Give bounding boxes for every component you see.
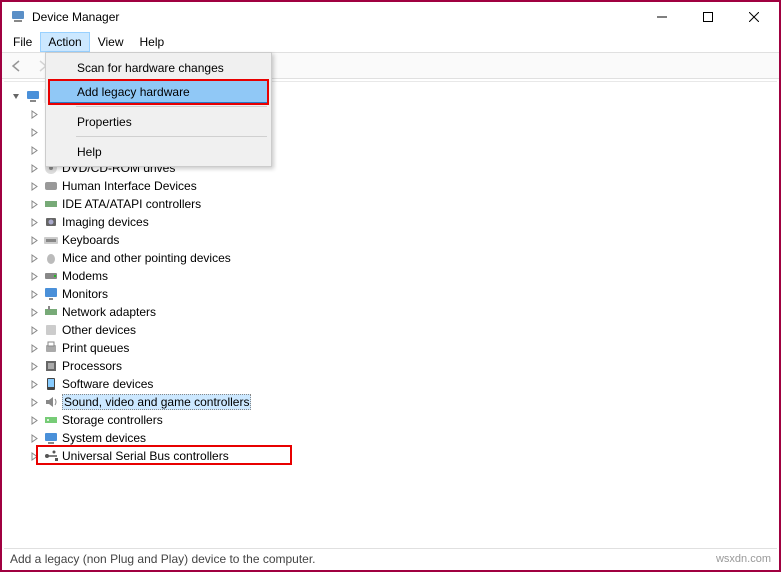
chevron-right-icon[interactable] [29, 127, 40, 138]
tree-category-modems[interactable]: Modems [4, 267, 777, 285]
chevron-right-icon[interactable] [29, 433, 40, 444]
chevron-down-icon[interactable] [11, 91, 22, 102]
tree-category-monitors[interactable]: Monitors [4, 285, 777, 303]
keyboards-icon [43, 232, 59, 248]
tree-category-label: Modems [62, 269, 108, 283]
tree-category-label: IDE ATA/ATAPI controllers [62, 197, 201, 211]
menu-action[interactable]: Action [40, 32, 89, 52]
window-title: Device Manager [32, 10, 639, 24]
tree-category-mice-and-other-pointing-devices[interactable]: Mice and other pointing devices [4, 249, 777, 267]
ide-ata-atapi-controllers-icon [43, 196, 59, 212]
network-adapters-icon [43, 304, 59, 320]
computer-icon [25, 88, 41, 104]
chevron-right-icon[interactable] [29, 451, 40, 462]
tree-category-label: Keyboards [62, 233, 119, 247]
tree-category-processors[interactable]: Processors [4, 357, 777, 375]
chevron-right-icon[interactable] [29, 325, 40, 336]
watermark-text: wsxdn.com [716, 553, 771, 565]
software-devices-icon [43, 376, 59, 392]
tree-category-network-adapters[interactable]: Network adapters [4, 303, 777, 321]
tree-category-label: Monitors [62, 287, 108, 301]
human-interface-devices-icon [43, 178, 59, 194]
menu-item-add-legacy-hardware[interactable]: Add legacy hardware [49, 80, 268, 103]
chevron-right-icon[interactable] [29, 379, 40, 390]
tree-category-label: Processors [62, 359, 122, 373]
tree-category-imaging-devices[interactable]: Imaging devices [4, 213, 777, 231]
other-devices-icon [43, 322, 59, 338]
chevron-right-icon[interactable] [29, 253, 40, 264]
titlebar: Device Manager [2, 2, 779, 32]
tree-category-human-interface-devices[interactable]: Human Interface Devices [4, 177, 777, 195]
status-text: Add a legacy (non Plug and Play) device … [10, 552, 316, 566]
close-button[interactable] [731, 3, 777, 31]
action-menu-dropdown: Scan for hardware changes Add legacy har… [45, 52, 272, 167]
tree-category-label: Universal Serial Bus controllers [62, 449, 229, 463]
processors-icon [43, 358, 59, 374]
minimize-button[interactable] [639, 3, 685, 31]
tree-category-label: Sound, video and game controllers [62, 394, 251, 410]
chevron-right-icon[interactable] [29, 163, 40, 174]
chevron-right-icon[interactable] [29, 289, 40, 300]
tree-category-label: Human Interface Devices [62, 179, 197, 193]
tree-category-system-devices[interactable]: System devices [4, 429, 777, 447]
menu-help[interactable]: Help [132, 32, 173, 52]
back-button[interactable] [6, 55, 28, 77]
maximize-button[interactable] [685, 3, 731, 31]
tree-category-keyboards[interactable]: Keyboards [4, 231, 777, 249]
imaging-devices-icon [43, 214, 59, 230]
chevron-right-icon[interactable] [29, 145, 40, 156]
tree-category-label: Other devices [62, 323, 136, 337]
universal-serial-bus-controllers-icon [43, 448, 59, 464]
tree-category-ide-ata-atapi-controllers[interactable]: IDE ATA/ATAPI controllers [4, 195, 777, 213]
sound-video-and-game-controllers-icon [43, 394, 59, 410]
chevron-right-icon[interactable] [29, 343, 40, 354]
monitors-icon [43, 286, 59, 302]
menu-file[interactable]: File [5, 32, 40, 52]
chevron-right-icon[interactable] [29, 361, 40, 372]
tree-category-storage-controllers[interactable]: Storage controllers [4, 411, 777, 429]
tree-category-label: Imaging devices [62, 215, 149, 229]
chevron-right-icon[interactable] [29, 397, 40, 408]
menu-view[interactable]: View [90, 32, 132, 52]
chevron-right-icon[interactable] [29, 415, 40, 426]
chevron-right-icon[interactable] [29, 235, 40, 246]
menu-item-help[interactable]: Help [49, 140, 268, 163]
tree-category-label: Software devices [62, 377, 153, 391]
menubar: File Action View Help [2, 32, 779, 52]
mice-and-other-pointing-devices-icon [43, 250, 59, 266]
menu-separator [76, 106, 267, 107]
menu-item-properties[interactable]: Properties [49, 110, 268, 133]
menu-separator [76, 136, 267, 137]
tree-category-sound-video-and-game-controllers[interactable]: Sound, video and game controllers [4, 393, 777, 411]
tree-category-label: Print queues [62, 341, 129, 355]
tree-category-other-devices[interactable]: Other devices [4, 321, 777, 339]
tree-category-label: System devices [62, 431, 146, 445]
chevron-right-icon[interactable] [29, 181, 40, 192]
chevron-right-icon[interactable] [29, 217, 40, 228]
chevron-right-icon[interactable] [29, 307, 40, 318]
storage-controllers-icon [43, 412, 59, 428]
system-devices-icon [43, 430, 59, 446]
tree-category-universal-serial-bus-controllers[interactable]: Universal Serial Bus controllers [4, 447, 777, 465]
statusbar: Add a legacy (non Plug and Play) device … [4, 548, 777, 568]
chevron-right-icon[interactable] [29, 109, 40, 120]
tree-category-label: Network adapters [62, 305, 156, 319]
print-queues-icon [43, 340, 59, 356]
chevron-right-icon[interactable] [29, 199, 40, 210]
menu-item-scan-hardware[interactable]: Scan for hardware changes [49, 56, 268, 79]
tree-category-label: Storage controllers [62, 413, 163, 427]
tree-category-software-devices[interactable]: Software devices [4, 375, 777, 393]
device-manager-icon [10, 9, 26, 25]
modems-icon [43, 268, 59, 284]
chevron-right-icon[interactable] [29, 271, 40, 282]
tree-category-print-queues[interactable]: Print queues [4, 339, 777, 357]
tree-category-label: Mice and other pointing devices [62, 251, 231, 265]
